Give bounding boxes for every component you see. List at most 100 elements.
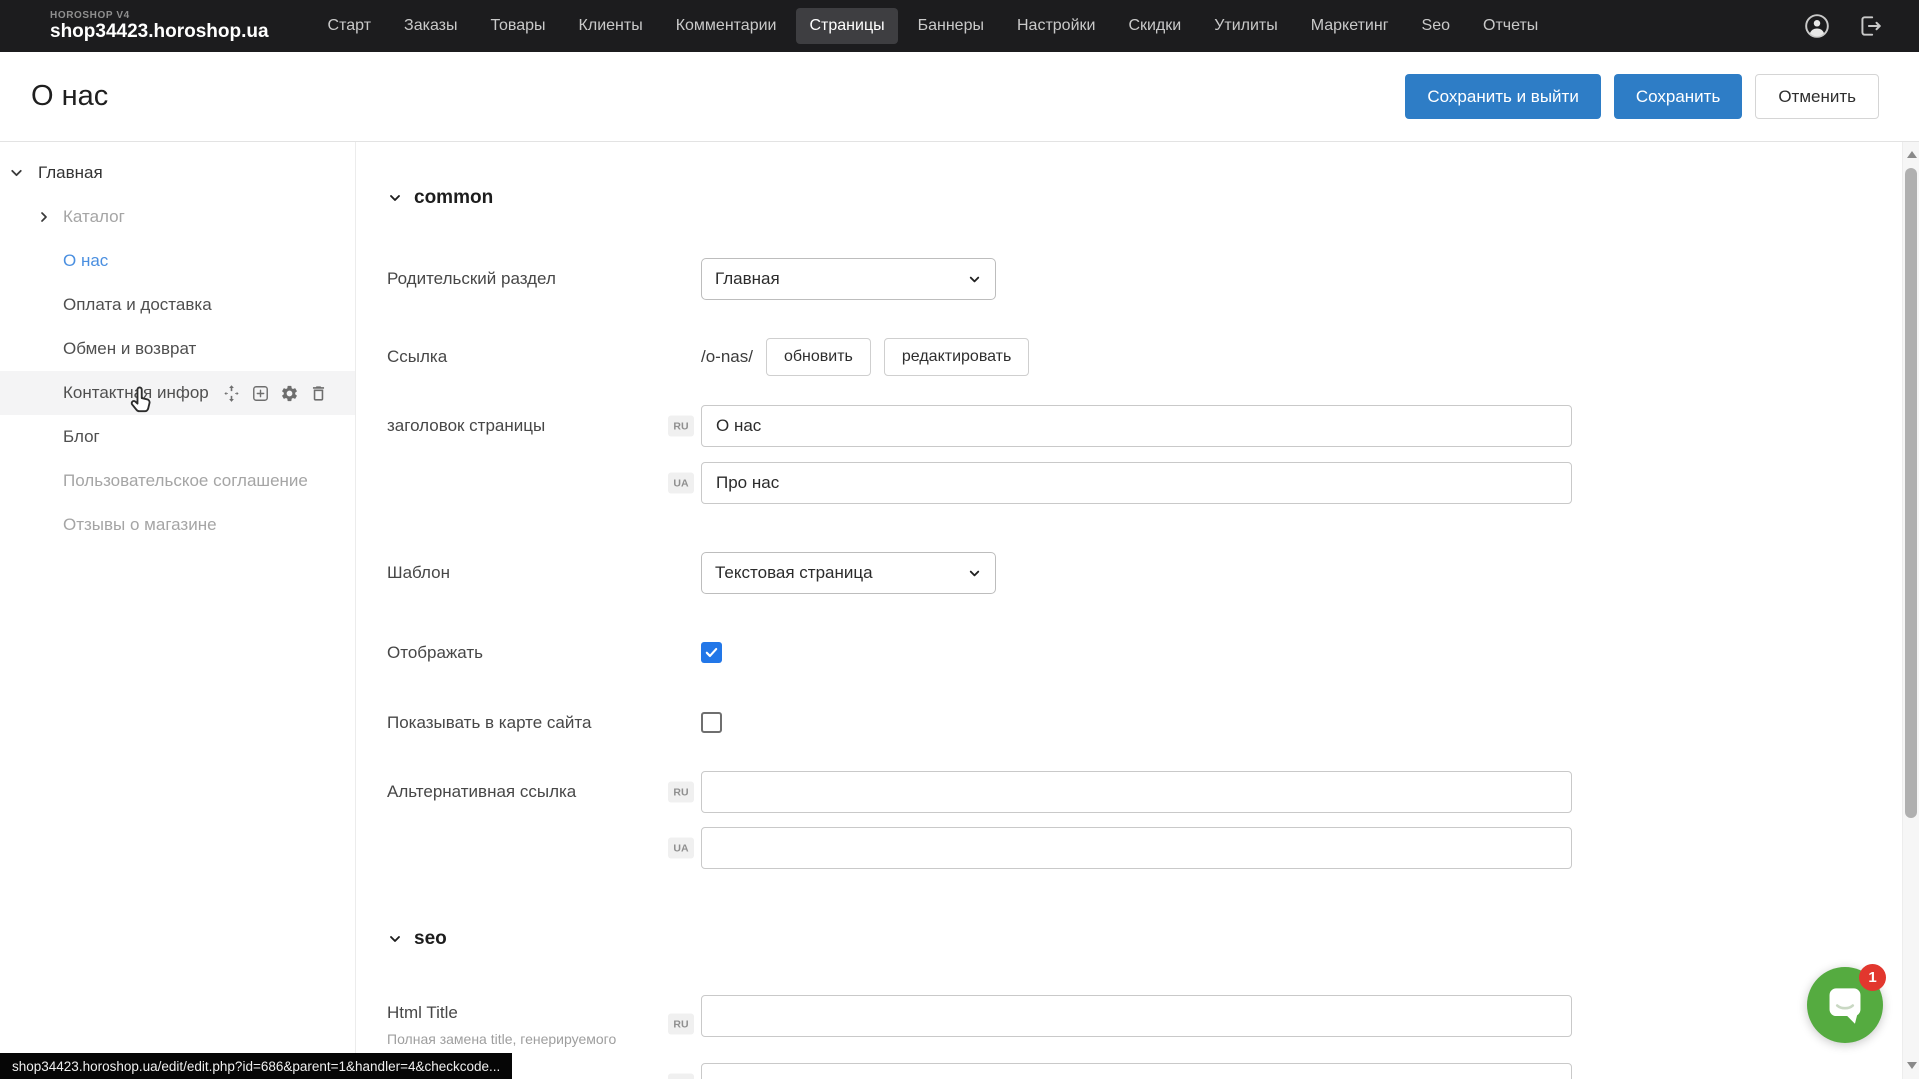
tree-item-exchange-return[interactable]: Обмен и возврат xyxy=(0,327,355,371)
chevron-right-icon[interactable] xyxy=(36,209,52,225)
html-title-ru-input[interactable] xyxy=(701,995,1572,1037)
parent-section-select[interactable]: Главная xyxy=(701,258,996,300)
scroll-up-arrow[interactable] xyxy=(1903,146,1919,162)
page-title: О нас xyxy=(31,80,108,113)
tree-item-catalog[interactable]: Каталог xyxy=(0,195,355,239)
section-title: seo xyxy=(414,928,447,950)
field-label: Html Title xyxy=(387,1003,701,1023)
section-title: common xyxy=(414,187,493,209)
nav-menu: Старт Заказы Товары Клиенты Комментарии … xyxy=(315,8,1552,44)
display-checkbox[interactable] xyxy=(701,642,722,663)
save-and-exit-button[interactable]: Сохранить и выйти xyxy=(1405,74,1600,119)
field-label: заголовок страницы xyxy=(387,416,545,436)
select-value: Главная xyxy=(715,269,780,289)
cancel-button[interactable]: Отменить xyxy=(1755,74,1879,119)
tree-item-label: Блог xyxy=(63,427,100,447)
tree-item-about-us[interactable]: О нас xyxy=(0,239,355,283)
status-url: shop34423.horoshop.ua/edit/edit.php?id=6… xyxy=(12,1059,500,1074)
nav-item-start[interactable]: Старт xyxy=(315,8,384,44)
alt-link-ua-input[interactable] xyxy=(701,827,1572,869)
nav-item-products[interactable]: Товары xyxy=(478,8,559,44)
section-common[interactable]: common xyxy=(387,187,1919,209)
check-icon xyxy=(704,645,719,660)
field-label: Ссылка xyxy=(387,347,447,367)
lang-tag-ua: UA xyxy=(668,1074,694,1079)
nav-item-utilities[interactable]: Утилиты xyxy=(1201,8,1291,44)
field-page-title-ua: UA xyxy=(387,462,1919,504)
chevron-down-icon[interactable] xyxy=(8,165,25,182)
nav-item-orders[interactable]: Заказы xyxy=(391,8,470,44)
nav-item-seo[interactable]: Seo xyxy=(1409,8,1463,44)
logo[interactable]: HOROSHOP V4 shop34423.horoshop.ua xyxy=(50,10,269,43)
lang-tag-ua: UA xyxy=(668,473,694,494)
tree-item-user-agreement[interactable]: Пользовательское соглашение xyxy=(0,459,355,503)
pages-tree-sidebar: Главная Каталог О нас Оплата и доставка … xyxy=(0,142,356,1079)
chevron-down-icon xyxy=(967,272,982,287)
scroll-down-arrow[interactable] xyxy=(1903,1057,1919,1073)
nav-item-settings[interactable]: Настройки xyxy=(1004,8,1108,44)
lang-tag-ru: RU xyxy=(668,782,694,803)
field-label: Шаблон xyxy=(387,563,450,583)
account-icon[interactable] xyxy=(1804,13,1830,39)
nav-item-pages[interactable]: Страницы xyxy=(796,8,897,44)
tree-item-home[interactable]: Главная xyxy=(0,151,355,195)
html-title-ua-input[interactable] xyxy=(701,1063,1572,1079)
nav-item-reports[interactable]: Отчеты xyxy=(1470,8,1551,44)
add-icon[interactable] xyxy=(251,384,270,403)
trash-icon[interactable] xyxy=(309,384,328,403)
field-template: Шаблон Текстовая страница xyxy=(387,552,1919,594)
page-header: О нас Сохранить и выйти Сохранить Отмени… xyxy=(0,52,1919,141)
link-path: /o-nas/ xyxy=(701,347,753,367)
nav-item-comments[interactable]: Комментарии xyxy=(663,8,790,44)
field-html-title-ua: UA xyxy=(387,1063,1919,1079)
tree-item-contact-info[interactable]: Контактная инфор xyxy=(0,371,355,415)
field-label: Альтернативная ссылка xyxy=(387,782,576,802)
header-buttons: Сохранить и выйти Сохранить Отменить xyxy=(1405,74,1879,119)
lang-tag-ua: UA xyxy=(668,838,694,859)
page: HOROSHOP V4 shop34423.horoshop.ua Старт … xyxy=(0,0,1919,1079)
template-select[interactable]: Текстовая страница xyxy=(701,552,996,594)
field-html-title-ru: Html Title Полная замена title, генериру… xyxy=(387,995,1919,1047)
tree-item-label: Оплата и доставка xyxy=(63,295,212,315)
tree-item-label: О нас xyxy=(63,251,108,271)
status-url-bar: shop34423.horoshop.ua/edit/edit.php?id=6… xyxy=(0,1053,512,1079)
link-update-button[interactable]: обновить xyxy=(766,338,871,376)
chevron-down-icon xyxy=(387,931,403,947)
field-label: Показывать в карте сайта xyxy=(387,713,591,733)
sitemap-checkbox[interactable] xyxy=(701,712,722,733)
settings-icon[interactable] xyxy=(280,384,299,403)
nav-item-marketing[interactable]: Маркетинг xyxy=(1298,8,1402,44)
field-alt-link-ua: UA xyxy=(387,827,1919,869)
vertical-scrollbar xyxy=(1902,142,1919,1079)
link-edit-button[interactable]: редактировать xyxy=(884,338,1029,376)
field-parent-section: Родительский раздел Главная xyxy=(387,258,1919,300)
lang-tag-ru: RU xyxy=(668,1014,694,1035)
section-seo[interactable]: seo xyxy=(387,928,1919,950)
tree-item-label: Главная xyxy=(38,163,103,183)
tree-item-blog[interactable]: Блог xyxy=(0,415,355,459)
page-title-ru-input[interactable] xyxy=(701,405,1572,447)
move-icon[interactable] xyxy=(222,384,241,403)
chat-widget-button[interactable]: 1 xyxy=(1807,967,1883,1043)
top-nav: HOROSHOP V4 shop34423.horoshop.ua Старт … xyxy=(0,0,1919,52)
tree-item-label: Контактная инфор xyxy=(63,383,209,403)
tree-item-payment-delivery[interactable]: Оплата и доставка xyxy=(0,283,355,327)
scrollbar-thumb[interactable] xyxy=(1905,168,1917,818)
logo-version: HOROSHOP V4 xyxy=(50,10,269,21)
field-hint: Полная замена title, генерируемого xyxy=(387,1031,701,1047)
page-title-ua-input[interactable] xyxy=(701,462,1572,504)
field-link: Ссылка /o-nas/ обновить редактировать xyxy=(387,338,1919,376)
tree-item-label: Обмен и возврат xyxy=(63,339,196,359)
chevron-down-icon xyxy=(387,190,403,206)
alt-link-ru-input[interactable] xyxy=(701,771,1572,813)
nav-item-clients[interactable]: Клиенты xyxy=(566,8,656,44)
page-edit-form: common Родительский раздел Главная Ссылк… xyxy=(356,142,1919,1079)
tree-item-store-reviews[interactable]: Отзывы о магазине xyxy=(0,503,355,547)
nav-item-discounts[interactable]: Скидки xyxy=(1115,8,1194,44)
nav-item-banners[interactable]: Баннеры xyxy=(905,8,997,44)
tree-item-actions xyxy=(222,384,328,403)
save-button[interactable]: Сохранить xyxy=(1614,74,1742,119)
field-sitemap: Показывать в карте сайта xyxy=(387,712,1919,733)
logout-icon[interactable] xyxy=(1857,13,1883,39)
chat-bubble-icon xyxy=(1824,984,1866,1026)
